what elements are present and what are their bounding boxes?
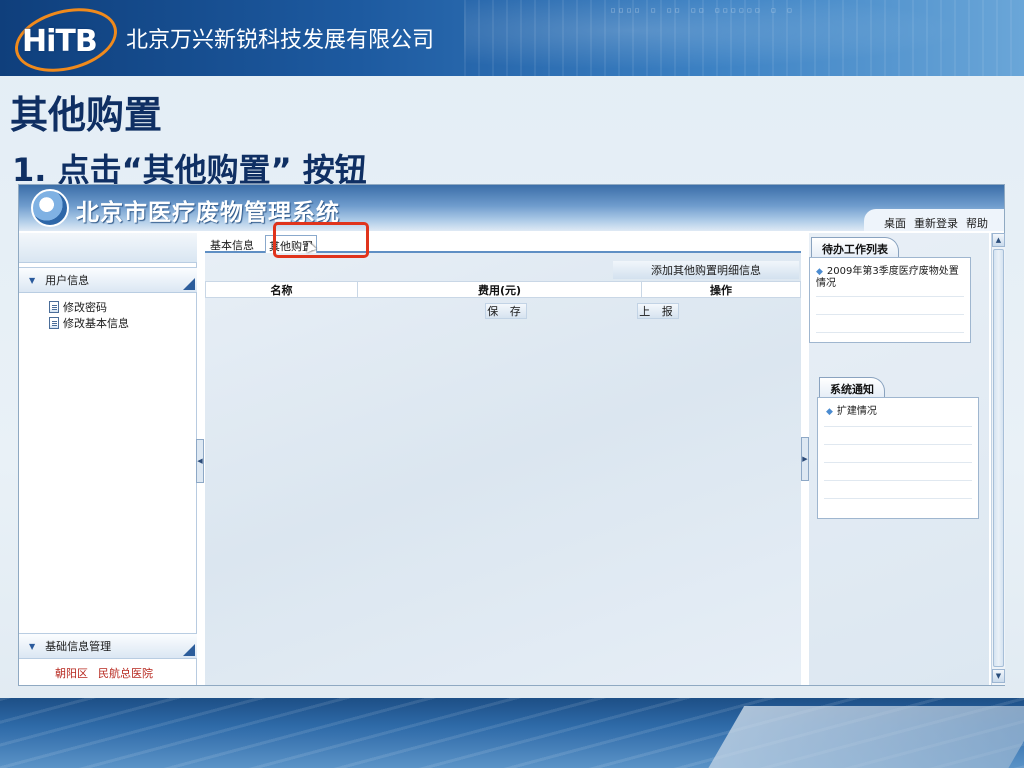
divider [816, 332, 964, 333]
sidebar-item-label: 修改密码 [63, 301, 107, 314]
divider [824, 462, 972, 463]
divider [824, 426, 972, 427]
system-notice-title: 系统通知 [819, 377, 885, 397]
chevron-down-icon: ▼ [29, 641, 36, 651]
todo-item[interactable]: ◆ 2009年第3季度医疗废物处置情况 [816, 266, 968, 290]
right-sidebar: 待办工作列表 ◆ 2009年第3季度医疗废物处置情况 系统通知 ◆ 扩建情况 [809, 233, 989, 685]
tab-basic-info[interactable]: 基本信息 [207, 235, 257, 253]
scroll-thumb[interactable] [993, 249, 1004, 667]
chevron-down-icon: ▼ [29, 275, 36, 285]
bullet-icon: ◆ [826, 407, 833, 417]
user-location: 朝阳区 民航总医院 [55, 665, 153, 681]
emblem-icon [31, 189, 69, 227]
divider [816, 296, 964, 297]
slide-footer [0, 698, 1024, 768]
scroll-up-icon[interactable]: ▲ [992, 233, 1005, 247]
corner-triangle-icon [183, 278, 195, 290]
collapse-right-button[interactable]: ▶ [801, 437, 809, 481]
sidebar-top-strip [19, 233, 197, 263]
top-links: 桌面 重新登录 帮助 [884, 215, 988, 231]
accordion-basic-info-management[interactable]: ▼ 基础信息管理 [19, 633, 197, 659]
desktop-link[interactable]: 桌面 [884, 215, 906, 231]
sidebar-item-change-password[interactable]: 修改密码 [49, 299, 107, 315]
relogin-link[interactable]: 重新登录 [914, 215, 958, 231]
sidebar-item-edit-basic-info[interactable]: 修改基本信息 [49, 315, 129, 331]
sidebar-item-label: 修改基本信息 [63, 317, 129, 330]
document-icon [49, 301, 59, 313]
todo-list-title: 待办工作列表 [811, 237, 899, 257]
corner-triangle-icon [183, 644, 195, 656]
company-logo: HiTB [8, 0, 124, 76]
left-sidebar: ▼ 用户信息 修改密码 修改基本信息 ▼ 基础信息管理 朝阳区 民航总医院 [19, 233, 197, 685]
column-cost: 费用(元) [358, 282, 642, 297]
todo-list: ◆ 2009年第3季度医疗废物处置情况 [809, 257, 971, 343]
accordion-user-info[interactable]: ▼ 用户信息 [19, 267, 197, 293]
divider [824, 498, 972, 499]
district-label: 朝阳区 [55, 667, 88, 680]
save-button[interactable]: 保 存 [485, 303, 527, 319]
bullet-icon: ◆ [816, 267, 823, 277]
keyboard-image [703, 706, 1024, 768]
hospital-label: 民航总医院 [98, 667, 153, 680]
accordion-label: 用户信息 [45, 274, 90, 287]
system-notice-list: ◆ 扩建情况 [817, 397, 979, 519]
logo-text: HiTB [22, 24, 98, 59]
app-header: 北京市医疗废物管理系统 桌面 重新登录 帮助 [19, 185, 1004, 231]
column-name: 名称 [206, 282, 358, 297]
vertical-scrollbar[interactable]: ▲ ▼ [991, 233, 1005, 685]
report-button[interactable]: 上 报 [637, 303, 679, 319]
divider [816, 314, 964, 315]
collapse-left-button[interactable]: ◀ [196, 439, 204, 483]
header-digits: ▫▫▫▫ ▫ ▫▫ ▫▫ ▫▫▫▫▫▫ ▫ ▫ [610, 5, 795, 16]
divider [824, 480, 972, 481]
column-action: 操作 [710, 283, 732, 297]
scroll-down-icon[interactable]: ▼ [992, 669, 1005, 683]
slide-title: 其他购置 [10, 93, 163, 137]
document-icon [49, 317, 59, 329]
slide-header: ▫▫▫▫ ▫ ▫▫ ▫▫ ▫▫▫▫▫▫ ▫ ▫ HiTB 北京万兴新锐科技发展有… [0, 0, 1024, 76]
app-window: 北京市医疗废物管理系统 桌面 重新登录 帮助 ▼ 用户信息 修改密码 修改基本信… [18, 184, 1005, 686]
highlight-box [273, 222, 369, 258]
table-header: 名称 费用(元) 操作 [205, 281, 801, 298]
main-content: 基本信息 其他购置 添加其他购置明细信息 名称 费用(元) 操作 保 存 上 报 [205, 222, 801, 685]
accordion-label: 基础信息管理 [45, 640, 112, 653]
help-link[interactable]: 帮助 [966, 215, 988, 231]
add-purchase-detail-button[interactable]: 添加其他购置明细信息 [613, 261, 799, 279]
company-name: 北京万兴新锐科技发展有限公司 [126, 28, 435, 53]
notice-item[interactable]: ◆ 扩建情况 [826, 406, 976, 418]
divider [824, 444, 972, 445]
